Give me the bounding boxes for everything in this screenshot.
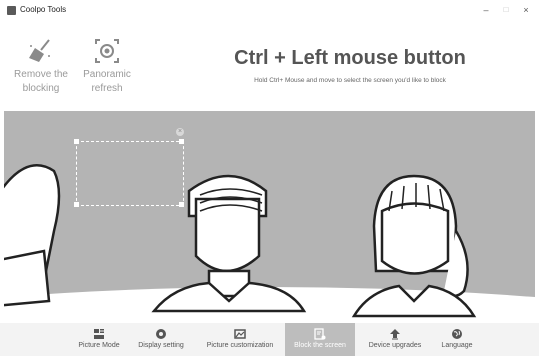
nav-language[interactable]: Language xyxy=(432,323,482,356)
nav-block-screen[interactable]: Block the screen xyxy=(285,323,355,356)
nav-picture-customization[interactable]: Picture customization xyxy=(200,323,280,356)
minimize-button[interactable]: – xyxy=(476,2,496,18)
camera-preview[interactable]: × xyxy=(4,111,535,323)
close-button[interactable]: × xyxy=(516,2,536,18)
block-selection-box[interactable] xyxy=(76,141,184,206)
remove-blocking-button[interactable]: Remove the blocking xyxy=(6,38,76,96)
broom-icon xyxy=(29,39,50,62)
nav-label: Picture Mode xyxy=(78,342,120,349)
app-title: Coolpo Tools xyxy=(20,5,67,14)
nav-label: Display setting xyxy=(138,342,184,349)
selection-handle[interactable] xyxy=(179,202,184,207)
maximize-button[interactable]: □ xyxy=(496,2,516,18)
hint-title: Ctrl + Left mouse button xyxy=(234,47,466,69)
selection-handle[interactable] xyxy=(179,139,184,144)
nav-label: Language xyxy=(441,342,473,349)
block-screen-icon xyxy=(314,328,326,340)
device-upgrade-icon xyxy=(390,329,400,340)
nav-label: Block the screen xyxy=(294,342,346,349)
nav-display-setting[interactable]: Display setting xyxy=(130,323,192,356)
nav-label: Picture customization xyxy=(206,342,274,349)
selection-handle[interactable] xyxy=(74,139,79,144)
language-icon xyxy=(452,329,462,339)
display-setting-icon xyxy=(156,329,166,339)
title-bar: Coolpo Tools – □ × xyxy=(0,0,539,22)
hint-subtitle: Hold Ctrl+ Mouse and move to select the … xyxy=(254,77,446,84)
nav-device-upgrades[interactable]: Device upgrades xyxy=(362,323,428,356)
panoramic-refresh-button[interactable]: Panoramic refresh xyxy=(72,38,142,96)
selection-handle[interactable] xyxy=(74,202,79,207)
selection-close-icon[interactable]: × xyxy=(176,128,184,136)
bottom-navigation: Picture Mode Display setting Picture cus… xyxy=(0,323,539,356)
panoramic-refresh-label: Panoramic refresh xyxy=(83,69,131,94)
remove-blocking-label: Remove the blocking xyxy=(14,69,68,94)
app-icon xyxy=(7,6,16,15)
nav-picture-mode[interactable]: Picture Mode xyxy=(68,323,130,356)
picture-mode-icon xyxy=(94,329,104,339)
picture-customization-icon xyxy=(234,329,246,339)
nav-label: Device upgrades xyxy=(368,342,422,349)
panorama-refresh-icon xyxy=(95,39,119,63)
